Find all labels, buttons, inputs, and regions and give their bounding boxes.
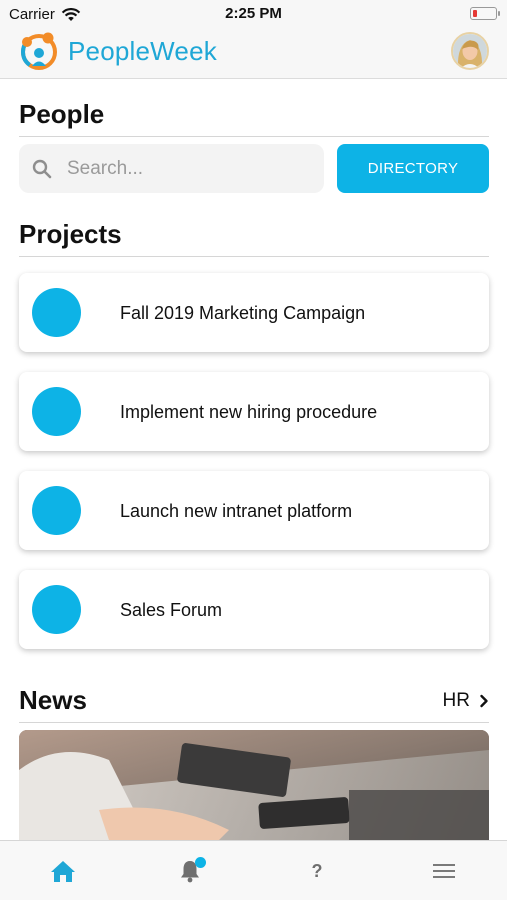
battery-icon	[470, 7, 500, 20]
project-card[interactable]: Launch new intranet platform	[19, 471, 489, 550]
project-avatar	[32, 288, 81, 337]
projects-divider	[19, 256, 489, 257]
notification-badge	[195, 857, 206, 868]
news-category-link[interactable]: HR	[443, 690, 489, 712]
peopleweek-logo-icon[interactable]	[18, 30, 60, 72]
directory-button[interactable]: DIRECTORY	[337, 144, 489, 193]
search-input[interactable]	[67, 144, 317, 193]
tab-menu[interactable]	[381, 841, 507, 900]
news-category-label: HR	[442, 690, 470, 711]
project-card[interactable]: Fall 2019 Marketing Campaign	[19, 273, 489, 352]
tab-home[interactable]	[0, 841, 126, 900]
tab-bar: ?	[0, 840, 507, 900]
people-search-box[interactable]	[19, 144, 324, 193]
home-icon	[51, 861, 75, 882]
people-divider	[19, 136, 489, 137]
app-name: PeopleWeek	[68, 36, 217, 66]
tab-help[interactable]: ?	[254, 841, 380, 900]
project-avatar	[32, 486, 81, 535]
news-photo	[19, 730, 489, 840]
avatar-image	[453, 34, 487, 68]
status-time: 2:25 PM	[225, 5, 282, 22]
app-header: PeopleWeek	[0, 28, 507, 79]
project-card[interactable]: Implement new hiring procedure	[19, 372, 489, 451]
chevron-right-icon	[480, 694, 488, 708]
help-icon: ?	[311, 860, 323, 881]
project-name: Sales Forum	[120, 600, 223, 620]
project-avatar	[32, 387, 81, 436]
people-heading: People	[19, 99, 105, 129]
status-bar: Carrier 2:25 PM	[0, 0, 507, 28]
project-name: Fall 2019 Marketing Campaign	[120, 303, 366, 323]
project-name: Implement new hiring procedure	[120, 402, 378, 422]
tab-notifications[interactable]	[127, 841, 253, 900]
projects-heading: Projects	[19, 219, 122, 249]
menu-icon	[433, 864, 455, 878]
project-avatar	[32, 585, 81, 634]
news-heading: News	[19, 685, 87, 715]
project-card[interactable]: Sales Forum	[19, 570, 489, 649]
news-divider	[19, 722, 489, 723]
user-avatar[interactable]	[451, 32, 489, 70]
battery-level	[472, 9, 477, 17]
search-icon	[32, 159, 52, 179]
news-article-image[interactable]	[19, 730, 489, 840]
project-name: Launch new intranet platform	[120, 501, 353, 521]
